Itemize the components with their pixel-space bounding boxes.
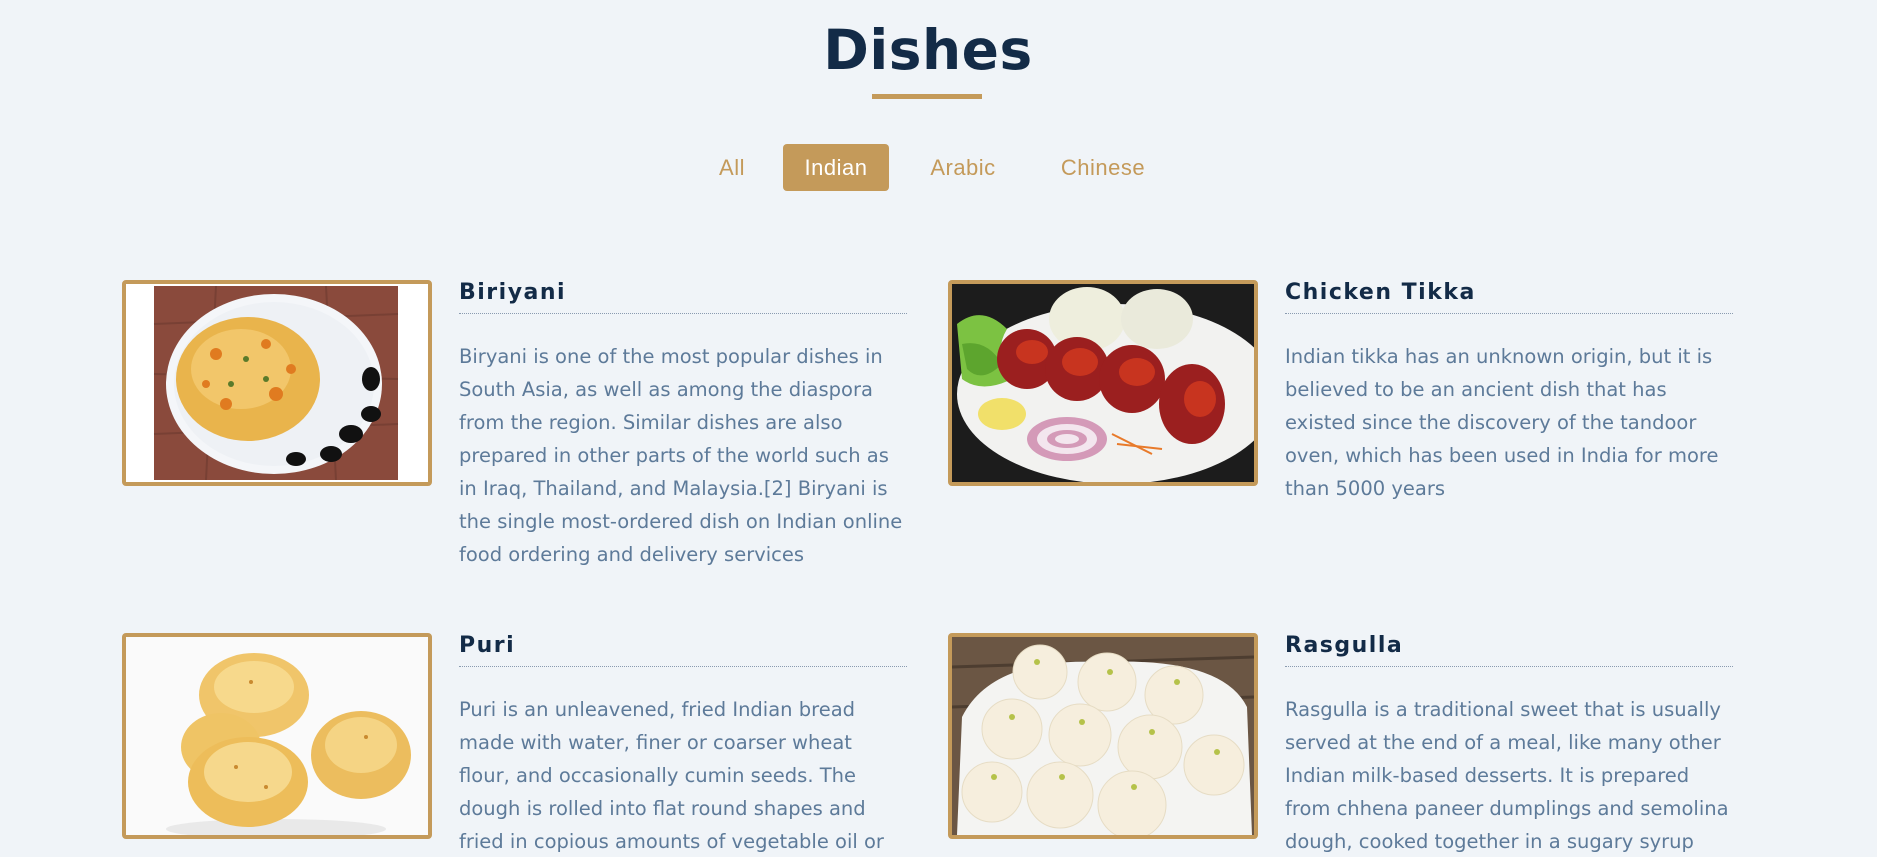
rasgulla-sweets-image[interactable] — [948, 633, 1258, 839]
dish-description: Biryani is one of the most popular dishe… — [459, 345, 903, 566]
filter-all-button[interactable]: All — [693, 144, 771, 191]
filter-arabic-button[interactable]: Arabic — [907, 144, 1019, 191]
section-title: Dishes — [823, 18, 1033, 82]
filter-bar: All Indian Arabic Chinese — [0, 144, 1856, 191]
dish-name: Biriyani — [459, 280, 907, 314]
dish-info: Chicken Tikka Indian tikka has an unknow… — [1285, 280, 1733, 505]
dish-info: Rasgulla Rasgulla is a traditional sweet… — [1285, 633, 1733, 857]
filter-chinese-button[interactable]: Chinese — [1043, 144, 1163, 191]
dish-name: Puri — [459, 633, 907, 667]
dish-description: Rasgulla is a traditional sweet that is … — [1285, 698, 1729, 853]
biriyani-plate-image[interactable] — [122, 280, 432, 486]
title-underline — [872, 94, 982, 99]
dish-description: Puri is an unleavened, fried Indian brea… — [459, 698, 884, 853]
dishes-section: Dishes All Indian Arabic Chinese Biriyan… — [0, 0, 1877, 857]
dish-info: Biriyani Biryani is one of the most popu… — [459, 280, 907, 571]
dish-name: Chicken Tikka — [1285, 280, 1733, 314]
dish-info: Puri Puri is an unleavened, fried Indian… — [459, 633, 907, 857]
dish-description: Indian tikka has an unknown origin, but … — [1285, 345, 1719, 500]
puri-bread-image[interactable] — [122, 633, 432, 839]
filter-indian-button[interactable]: Indian — [783, 144, 889, 191]
chicken-tikka-image[interactable] — [948, 280, 1258, 486]
dish-name: Rasgulla — [1285, 633, 1733, 667]
